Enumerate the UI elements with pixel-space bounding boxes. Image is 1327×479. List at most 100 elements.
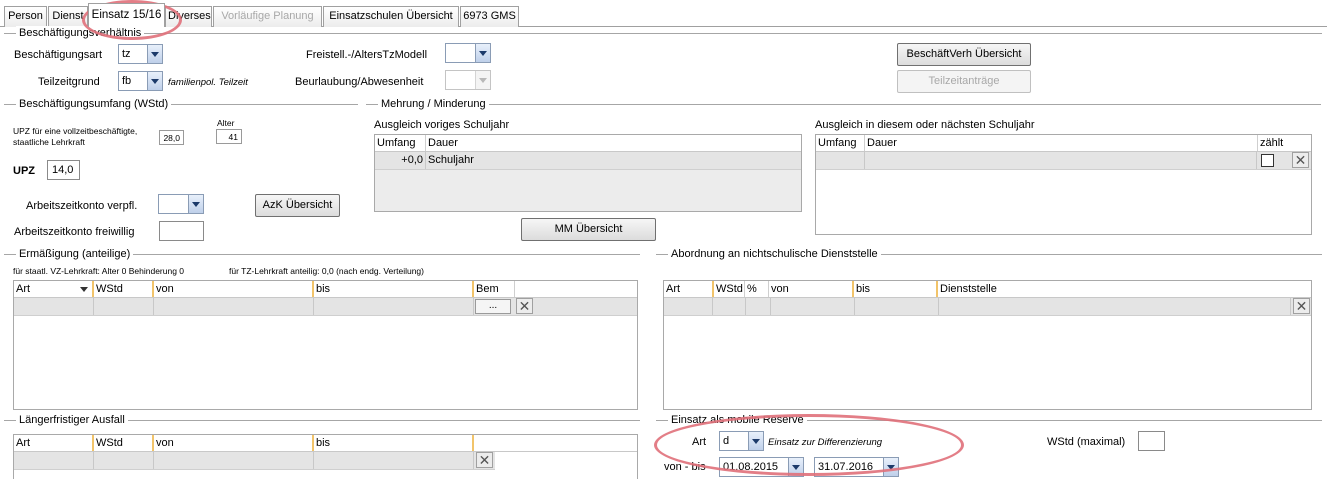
column-wstd: WStd [92,281,152,297]
teilzeitgrund-label: Teilzeitgrund [38,76,100,88]
group-title: Mehrung / Minderung [378,97,489,111]
bemerkung-button[interactable]: ... [475,299,511,314]
ausgleich-voriges-grid[interactable]: Umfang Dauer +0,0 Schuljahr [374,134,802,212]
tab-dienst[interactable]: Dienst [48,6,88,27]
tab-diverses[interactable]: Diverses [165,6,212,27]
group-title: Ermäßigung (anteilige) [16,247,134,261]
column-dauer: Dauer [425,135,525,151]
table-row[interactable]: ✕ [816,152,1311,170]
tab-einsatz[interactable]: Einsatz 15/16 [88,3,165,27]
freistell-select[interactable] [445,43,491,63]
von-bis-label: von - bis [664,461,706,473]
tab-gms[interactable]: 6973 GMS [460,6,519,27]
column-umfang: Umfang [818,137,857,149]
reserve-art-description: Einsatz zur Differenzierung [768,437,883,448]
tab-person[interactable]: Person [4,6,47,27]
ausfall-grid[interactable]: Art WStd von bis ✕ [13,434,638,479]
cell-dauer: Schuljahr [428,154,474,166]
date-value: 31.07.2016 [818,461,874,473]
column-actions [514,281,534,297]
column-bis: bis [312,435,472,451]
tab-bar: Person Dienst Einsatz 15/16 Diverses Vor… [0,0,1327,27]
cell-art [14,298,94,315]
delete-x-icon[interactable]: ✕ [1292,152,1309,168]
group-ermaessigung: Ermäßigung (anteilige) [4,247,640,261]
azk-verpfl-select[interactable] [158,194,204,214]
column-umfang: Umfang [377,137,416,149]
table-row[interactable]: ✕ [14,452,495,470]
sort-down-icon[interactable] [80,287,88,292]
column-wstd: WStd [92,435,152,451]
mm-uebersicht-button[interactable]: MM Übersicht [521,218,656,241]
tab-einsatzschulen[interactable]: Einsatzschulen Übersicht [323,6,459,27]
cell-art [14,452,94,469]
bis-date-picker[interactable]: 31.07.2016 [814,457,899,477]
table-row[interactable]: ... ✕ [14,298,637,316]
chevron-down-icon[interactable] [475,44,490,62]
beurlaubung-label: Beurlaubung/Abwesenheit [295,76,424,88]
ermaessigung-note-vz: für staatl. VZ-Lehrkraft: Alter 0 Behind… [13,266,185,276]
chevron-down-icon[interactable] [147,72,162,90]
column-dauer: Dauer [864,135,984,151]
grid-header: Art WStd % von bis Dienststelle [664,281,1311,298]
ermaessigung-grid[interactable]: Art WStd von bis Bem ... ✕ [13,280,638,410]
chevron-down-icon[interactable] [788,458,803,476]
chevron-down-icon[interactable] [147,45,162,63]
column-bis: bis [312,281,472,297]
column-bis: bis [852,281,936,297]
zaehlt-checkbox[interactable] [1261,154,1274,167]
group-abordnung: Abordnung an nichtschulische Dienststell… [656,247,1322,261]
column-bem: Bem [472,281,514,297]
alter-label: Alter [217,118,235,128]
azk-freiwillig-label: Arbeitszeitkonto freiwillig [14,226,135,238]
chevron-down-icon[interactable] [883,458,898,476]
abordnung-grid[interactable]: Art WStd % von bis Dienststelle ✕ [663,280,1312,410]
von-date-picker[interactable]: 01.08.2015 [719,457,804,477]
azk-uebersicht-button[interactable]: AzK Übersicht [255,194,340,217]
chevron-down-icon[interactable] [188,195,203,213]
delete-x-icon[interactable]: ✕ [476,452,493,468]
cell-von [771,298,855,315]
table-row[interactable]: ✕ [664,298,1311,316]
column-prozent: % [744,281,768,297]
upz-value: 14,0 [47,160,80,180]
chevron-down-icon[interactable] [748,432,763,450]
beschaeftigungsart-select[interactable]: tz [118,44,163,64]
wstd-maximal-input[interactable] [1138,431,1165,451]
cell-dienststelle [939,298,1291,315]
column-art: Art [666,283,681,295]
column-art: Art [16,437,31,449]
beschaeftverh-uebersicht-button[interactable]: BeschäftVerh Übersicht [897,43,1031,66]
beschaeftigungsart-label: Beschäftigungsart [14,49,103,61]
cell-von [154,298,314,315]
azk-freiwillig-input[interactable] [159,221,204,241]
azk-verpfl-label: Arbeitszeitkonto verpfl. [26,200,138,212]
cell-wstd [713,298,746,315]
table-row[interactable]: +0,0 Schuljahr [375,152,801,170]
upz-full-value: 28,0 [159,130,184,145]
cell-art [664,298,713,315]
ausgleich-naechstes-grid[interactable]: Umfang Dauer zählt ✕ [815,134,1312,235]
grid-header: Umfang Dauer [375,135,801,152]
group-mobile-reserve: Einsatz als mobile Reserve [656,413,1322,427]
ermaessigung-note-tz: für TZ-Lehrkraft anteilig: 0,0 (nach end… [229,266,424,276]
column-von: von [152,435,312,451]
cell-wstd [94,298,154,315]
ausgleich-voriges-title: Ausgleich voriges Schuljahr [374,119,510,131]
wstd-maximal-label: WStd (maximal) [1047,436,1126,448]
reserve-art-select[interactable]: d [719,431,764,451]
column-actions [472,435,492,451]
date-value: 01.08.2015 [723,461,779,473]
chevron-down-icon [475,71,490,89]
delete-x-icon[interactable]: ✕ [516,298,533,314]
teilzeitgrund-select[interactable]: fb [118,71,163,91]
cell-bis [314,298,474,315]
column-dienststelle: Dienststelle [936,281,1136,297]
group-title: Beschäftigungsverhältnis [16,26,145,40]
delete-x-icon[interactable]: ✕ [1293,298,1310,314]
group-title: Beschäftigungsumfang (WStd) [16,97,172,111]
select-value: tz [122,48,131,60]
reserve-art-label: Art [692,436,707,448]
cell-umfang: +0,0 [375,152,426,169]
tab-vorlaeufige-planung: Vorläufige Planung [213,6,322,27]
